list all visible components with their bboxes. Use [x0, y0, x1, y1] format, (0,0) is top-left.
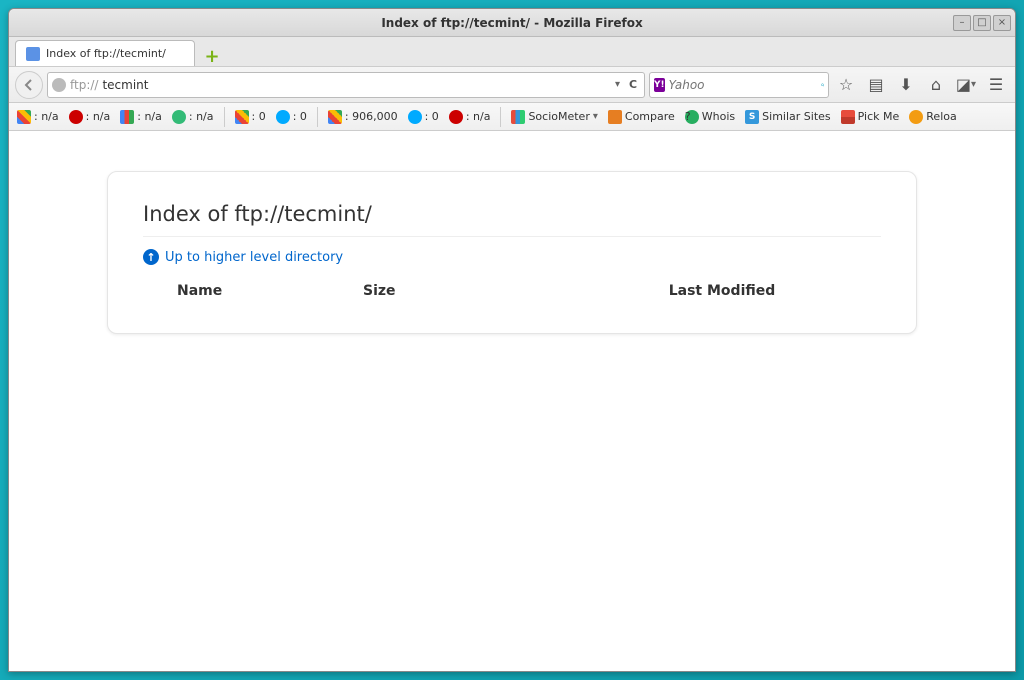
- pick-icon: [841, 110, 855, 124]
- reading-list-icon[interactable]: ▤: [863, 72, 889, 98]
- menu-icon[interactable]: ☰: [983, 72, 1009, 98]
- alexa-icon: [449, 110, 463, 124]
- column-modified: Last Modified: [563, 283, 881, 299]
- bookmark-item[interactable]: : n/a: [69, 110, 111, 124]
- addon-icon[interactable]: ◪▾: [953, 72, 979, 98]
- whois-icon: ?: [685, 110, 699, 124]
- bookmark-sociometer[interactable]: SocioMeter▾: [511, 110, 597, 124]
- yahoo-icon: Y!: [654, 78, 665, 92]
- chevron-down-icon: ▾: [593, 111, 598, 122]
- bookmark-item[interactable]: : n/a: [120, 110, 162, 124]
- google-icon: [328, 110, 342, 124]
- column-name: Name: [143, 283, 363, 299]
- bookmark-toolbar: : n/a : n/a : n/a : n/a : 0 : 0 : 906,00…: [9, 103, 1015, 131]
- bookmark-whois[interactable]: ?Whois: [685, 110, 735, 124]
- bookmark-item[interactable]: : 0: [235, 110, 266, 124]
- browser-window: Index of ftp://tecmint/ - Mozilla Firefo…: [8, 8, 1016, 672]
- globe-icon: [52, 78, 66, 92]
- window-title: Index of ftp://tecmint/ - Mozilla Firefo…: [381, 16, 642, 30]
- bookmark-pickme[interactable]: Pick Me: [841, 110, 900, 124]
- search-bar[interactable]: Y!: [649, 72, 829, 98]
- navigation-toolbar: ftp:// ▾ C Y! ☆ ▤ ⬇ ⌂ ◪▾ ☰: [9, 67, 1015, 103]
- compare-icon: [608, 110, 622, 124]
- new-tab-button[interactable]: +: [201, 46, 223, 66]
- tab-label: Index of ftp://tecmint/: [46, 47, 166, 60]
- bookmark-item[interactable]: : 0: [276, 110, 307, 124]
- reload-icon[interactable]: C: [626, 78, 640, 92]
- alexa-icon: [69, 110, 83, 124]
- close-button[interactable]: ×: [993, 15, 1011, 31]
- url-actions: ▾ C: [615, 78, 640, 92]
- google-icon: [17, 110, 31, 124]
- bing-icon: [408, 110, 422, 124]
- tab-favicon-icon: [26, 47, 40, 61]
- back-button[interactable]: [15, 71, 43, 99]
- bookmark-item[interactable]: : n/a: [172, 110, 214, 124]
- multi-icon: [120, 110, 134, 124]
- downloads-icon[interactable]: ⬇: [893, 72, 919, 98]
- bookmark-item[interactable]: : 906,000: [328, 110, 398, 124]
- bookmark-item[interactable]: : n/a: [17, 110, 59, 124]
- similar-icon: S: [745, 110, 759, 124]
- separator: [224, 107, 225, 127]
- page-content: Index of ftp://tecmint/ ↑ Up to higher l…: [9, 131, 1015, 671]
- directory-listing-card: Index of ftp://tecmint/ ↑ Up to higher l…: [107, 171, 917, 334]
- reload-icon: [909, 110, 923, 124]
- titlebar: Index of ftp://tecmint/ - Mozilla Firefo…: [9, 9, 1015, 37]
- directory-header-row: Name Size Last Modified: [143, 279, 881, 303]
- google-icon: [235, 110, 249, 124]
- arrow-up-icon: ↑: [143, 249, 159, 265]
- sociometer-icon: [511, 110, 525, 124]
- chevron-down-icon[interactable]: ▾: [615, 79, 620, 90]
- up-link-label: Up to higher level directory: [165, 250, 343, 265]
- minimize-button[interactable]: –: [953, 15, 971, 31]
- tab-bar: Index of ftp://tecmint/ +: [9, 37, 1015, 67]
- bookmark-item[interactable]: : n/a: [449, 110, 491, 124]
- url-input[interactable]: [102, 78, 611, 92]
- alpha-icon: [172, 110, 186, 124]
- bookmark-star-icon[interactable]: ☆: [833, 72, 859, 98]
- search-icon[interactable]: [821, 77, 824, 93]
- bing-icon: [276, 110, 290, 124]
- home-icon[interactable]: ⌂: [923, 72, 949, 98]
- bookmark-similar[interactable]: SSimilar Sites: [745, 110, 830, 124]
- separator: [500, 107, 501, 127]
- window-controls: – □ ×: [953, 15, 1011, 31]
- separator: [317, 107, 318, 127]
- url-bar[interactable]: ftp:// ▾ C: [47, 72, 645, 98]
- column-size: Size: [363, 283, 563, 299]
- bookmark-item[interactable]: : 0: [408, 110, 439, 124]
- url-protocol: ftp://: [70, 78, 98, 92]
- arrow-left-icon: [23, 79, 35, 91]
- bookmark-compare[interactable]: Compare: [608, 110, 675, 124]
- maximize-button[interactable]: □: [973, 15, 991, 31]
- bookmark-reload[interactable]: Reloa: [909, 110, 956, 124]
- search-input[interactable]: [669, 78, 817, 92]
- page-heading: Index of ftp://tecmint/: [143, 202, 881, 237]
- tab-active[interactable]: Index of ftp://tecmint/: [15, 40, 195, 66]
- up-directory-link[interactable]: ↑ Up to higher level directory: [143, 249, 881, 265]
